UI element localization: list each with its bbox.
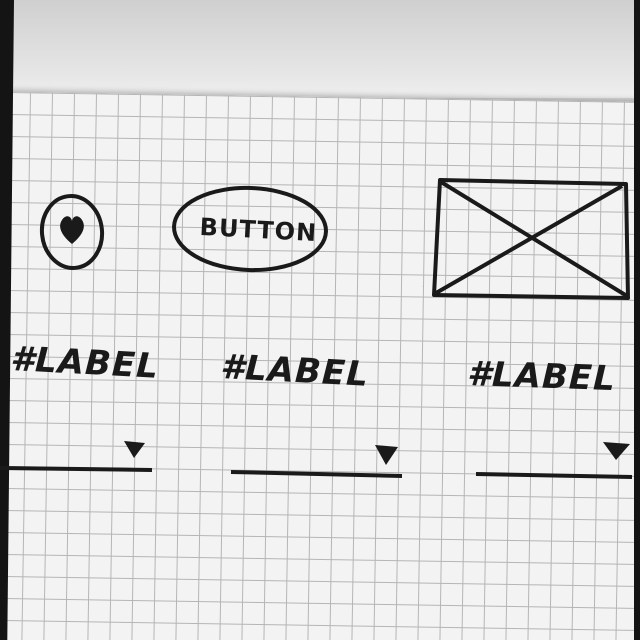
wireframe-sketch: BUTTON #LABEL #LABEL #LABEL [0,178,633,479]
button-label: BUTTON [199,213,318,247]
label-3: #LABEL [467,354,617,399]
image-placeholder-icon [432,178,630,300]
caret-down-icon [603,442,630,460]
image-placeholder [432,178,630,300]
button[interactable]: BUTTON [172,185,328,273]
dropdown-1[interactable] [0,441,153,472]
dropdown-3[interactable] [475,442,633,479]
caret-down-icon [375,445,398,465]
dropdown-2[interactable] [230,445,403,478]
heart-icon [60,216,84,244]
caret-down-icon [124,441,145,458]
label-2: #LABEL [220,347,370,395]
label-1: #LABEL [10,339,160,387]
icon-button[interactable] [38,193,105,271]
photo-scene: BUTTON #LABEL #LABEL #LABEL [0,0,640,640]
